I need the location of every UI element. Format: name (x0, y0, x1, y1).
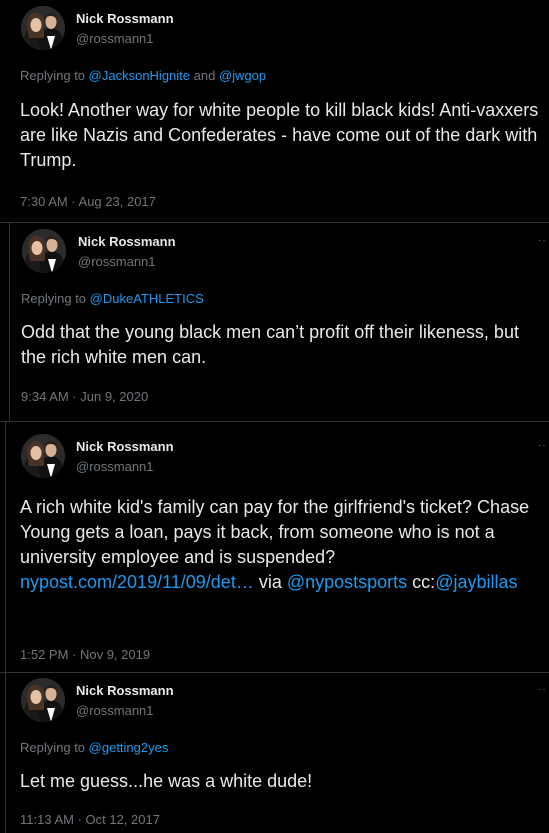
timestamp[interactable]: 7:30 AM · Aug 23, 2017 (20, 194, 156, 209)
timestamp[interactable]: 1:52 PM · Nov 9, 2019 (20, 647, 150, 662)
thread-line (9, 223, 10, 421)
tweet-text: A rich white kid's family can pay for th… (20, 495, 535, 595)
more-options-icon[interactable]: ·· (538, 440, 547, 451)
timestamp[interactable]: 9:34 AM · Jun 9, 2020 (21, 389, 148, 404)
tweet-2[interactable]: Nick Rossmann @rossmann1 ·· Replying to … (0, 223, 549, 421)
reply-mention-link[interactable]: @getting2yes (89, 740, 169, 755)
display-name[interactable]: Nick Rossmann (76, 683, 174, 698)
tweet-text: Odd that the young black men can’t profi… (21, 322, 519, 367)
username[interactable]: @rossmann1 (78, 254, 156, 269)
tweet-text-part: cc: (407, 572, 436, 592)
replying-to: Replying to @JacksonHignite and @jwgop (20, 68, 266, 83)
display-name[interactable]: Nick Rossmann (76, 11, 174, 26)
tweet-text: Look! Another way for white people to ki… (20, 100, 539, 170)
url-link[interactable]: nypost.com/2019/11/09/det… (20, 572, 254, 592)
mention-link[interactable]: @nypostsports (287, 572, 407, 592)
avatar[interactable] (22, 229, 66, 273)
avatar[interactable] (21, 434, 65, 478)
avatar[interactable] (21, 678, 65, 722)
more-options-icon[interactable]: ·· (538, 684, 547, 695)
mention-link[interactable]: @jaybillas (435, 572, 517, 592)
username[interactable]: @rossmann1 (76, 31, 154, 46)
replying-to: Replying to @DukeATHLETICS (21, 291, 204, 306)
thread-line (5, 673, 6, 833)
tweet-text-part: via (253, 572, 287, 592)
reply-mention-link[interactable]: @DukeATHLETICS (90, 291, 204, 306)
reply-mention-link[interactable]: @jwgop (219, 68, 266, 83)
replying-to-label: Replying to (20, 740, 89, 755)
thread-line (5, 422, 6, 672)
replying-to-label: Replying to (21, 291, 90, 306)
username[interactable]: @rossmann1 (76, 703, 154, 718)
replying-to-and: and (190, 68, 219, 83)
timestamp[interactable]: 11:13 AM · Oct 12, 2017 (20, 812, 160, 827)
tweet-3[interactable]: Nick Rossmann @rossmann1 ·· A rich white… (0, 422, 549, 672)
tweet-text: Let me guess...he was a white dude! (20, 771, 313, 791)
display-name[interactable]: Nick Rossmann (76, 439, 174, 454)
tweet-4[interactable]: Nick Rossmann @rossmann1 ·· Replying to … (0, 673, 549, 833)
more-options-icon[interactable]: ·· (538, 235, 547, 246)
reply-mention-link[interactable]: @JacksonHignite (89, 68, 190, 83)
replying-to: Replying to @getting2yes (20, 740, 168, 755)
tweet-1[interactable]: Nick Rossmann @rossmann1 Replying to @Ja… (0, 0, 549, 222)
replying-to-label: Replying to (20, 68, 89, 83)
display-name[interactable]: Nick Rossmann (78, 234, 176, 249)
username[interactable]: @rossmann1 (76, 459, 154, 474)
tweet-text-part: A rich white kid's family can pay for th… (20, 497, 530, 567)
avatar[interactable] (21, 6, 65, 50)
